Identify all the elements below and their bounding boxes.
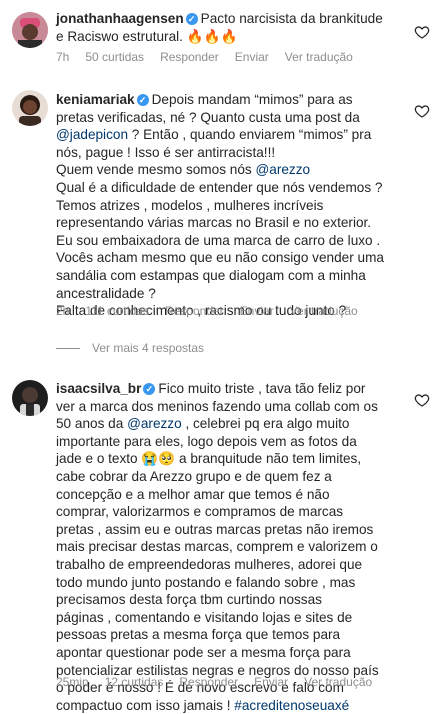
username[interactable]: keniamariak	[56, 92, 135, 107]
translate-button[interactable]: Ver tradução	[304, 675, 372, 689]
likes-count[interactable]: 50 curtidas	[85, 50, 144, 64]
comment-text: pessoas pretas a mesma força que temos p…	[56, 627, 341, 643]
avatar[interactable]	[12, 380, 48, 416]
comment-text: ? Então , quando enviarem “mimos” pra	[128, 127, 372, 143]
comment-text: nós, pague ! Isso é ser antirracista!!!	[56, 144, 276, 160]
verified-badge-icon: ✓	[185, 13, 198, 25]
comment-text: Temos atrizes , modelos , mulheres incrí…	[56, 197, 324, 213]
comment-text: Eu sou embaixadora de uma marca de carro…	[56, 232, 381, 248]
comment-text: precisamos desta força tbm curtindo noss…	[56, 592, 322, 608]
comment-body: keniamariak ✓ Depois mandam “mimos” para a…	[56, 91, 406, 320]
translate-button[interactable]: Ver tradução	[290, 304, 358, 318]
comment-text: 50 anos da	[56, 416, 128, 432]
comment-text: e Raciswo estrutural. 🔥🔥🔥	[56, 28, 238, 44]
comment-text: Depois mandam “mimos” para as	[151, 92, 353, 107]
avatar-photo-icon	[12, 380, 48, 416]
likes-count[interactable]: 111 curtidas	[85, 304, 149, 318]
timestamp: 2h	[56, 304, 70, 318]
view-more-label: Ver mais 4 respostas	[92, 341, 205, 355]
mention-link[interactable]: @arezzo	[127, 416, 182, 431]
comment-text: pretas , assim eu e outras marcas pretas…	[56, 521, 374, 537]
comment-text: todo mundo junto postando e falando sobr…	[56, 574, 356, 590]
divider-line	[56, 348, 80, 350]
comment-text: representando várias marcas no Brasil e …	[56, 215, 372, 231]
comment-text: apontar questionar pode ser a mesma forç…	[56, 644, 351, 660]
comment-text: concepção e a melhor amar que temos é nã…	[56, 486, 330, 502]
comment-jonathanhaagensen: jonathanhaagensen ✓ Pacto narcisista da br…	[0, 0, 448, 70]
reply-button[interactable]: Responder	[160, 50, 219, 64]
comment-text: importante para eles, logo depois vem as…	[56, 433, 357, 449]
send-button[interactable]: Enviar	[254, 675, 288, 689]
comment-text: ancestralidade ?	[56, 285, 156, 301]
comment-text: sandália com estampas que dialogam com a…	[56, 267, 366, 283]
comment-text: , celebrei pq era algo muito	[181, 416, 350, 432]
username[interactable]: isaacsilva_br	[56, 381, 141, 396]
comment-text: páginas , comentando e visitando lojas e…	[56, 609, 353, 625]
timestamp: 25min	[56, 675, 89, 689]
comment-text: Fico muito triste , tava tão feliz por	[158, 381, 366, 396]
mention-link[interactable]: @jadepicon	[56, 127, 128, 142]
mention-link[interactable]: @arezzo	[255, 162, 310, 177]
reply-button[interactable]: Responder	[179, 675, 238, 689]
username[interactable]: jonathanhaagensen	[56, 11, 184, 26]
comment-text: cabe cobrar da Arezzo grupo e de quem fe…	[56, 468, 332, 484]
avatar[interactable]	[12, 12, 48, 48]
send-button[interactable]: Enviar	[240, 304, 274, 318]
comment-meta: 25min 12 curtidas Responder Enviar Ver tradu…	[56, 675, 388, 689]
comment-text: Qual é a dificuldade de entender que nós…	[56, 179, 383, 195]
comment-text: comprar, valorizarmos e compramos de mar…	[56, 504, 344, 520]
likes-count[interactable]: 12 curtidas	[105, 675, 164, 689]
view-more-replies-button[interactable]: Ver mais 4 respostas	[56, 341, 204, 355]
comment-text: mais precisar destas marcas, comprem e v…	[56, 539, 378, 555]
avatar-photo-icon	[12, 12, 48, 48]
comment-text: jade e o texto 😭🥺 a branquitude não tem …	[56, 451, 362, 467]
verified-badge-icon: ✓	[143, 383, 156, 395]
comment-body: jonathanhaagensen ✓ Pacto narcisista da br…	[56, 10, 406, 45]
comment-text: compactuo com isso jamais !	[56, 697, 235, 713]
comment-text: Pacto narcisista da brankitude	[200, 11, 383, 26]
comment-text: ver a marca dos meninos fazendo uma coll…	[56, 398, 378, 414]
comment-text: Quem vende mesmo somos nós	[56, 162, 256, 178]
verified-badge-icon: ✓	[136, 94, 149, 106]
send-button[interactable]: Enviar	[235, 50, 269, 64]
comment-meta: 2h 111 curtidas Responder Enviar Ver traduçã…	[56, 304, 374, 318]
heart-icon[interactable]	[414, 392, 430, 408]
reply-button[interactable]: Responder	[165, 304, 224, 318]
comment-body: isaacsilva_br ✓ Fico muito triste , tava t…	[56, 380, 406, 714]
comment-keniamariak: keniamariak ✓ Depois mandam “mimos” para a…	[0, 80, 448, 330]
comment-text: trabalho de empreendedoras mulheres, ado…	[56, 556, 363, 572]
comment-text: pretas verificadas, né ? Quanto custa um…	[56, 109, 360, 125]
heart-icon[interactable]	[414, 24, 430, 40]
avatar-photo-icon	[12, 90, 48, 126]
avatar[interactable]	[12, 90, 48, 126]
hashtag-link[interactable]: #acreditenoseuaxé	[234, 698, 349, 713]
timestamp: 7h	[56, 50, 70, 64]
comment-text: Vocês acham mesmo que eu não consigo ven…	[56, 250, 384, 266]
comment-isaacsilva_br: isaacsilva_br ✓ Fico muito triste , tava t…	[0, 370, 448, 713]
comment-meta: 7h 50 curtidas Responder Enviar Ver tradução	[56, 50, 369, 64]
translate-button[interactable]: Ver tradução	[285, 50, 353, 64]
heart-icon[interactable]	[414, 103, 430, 119]
